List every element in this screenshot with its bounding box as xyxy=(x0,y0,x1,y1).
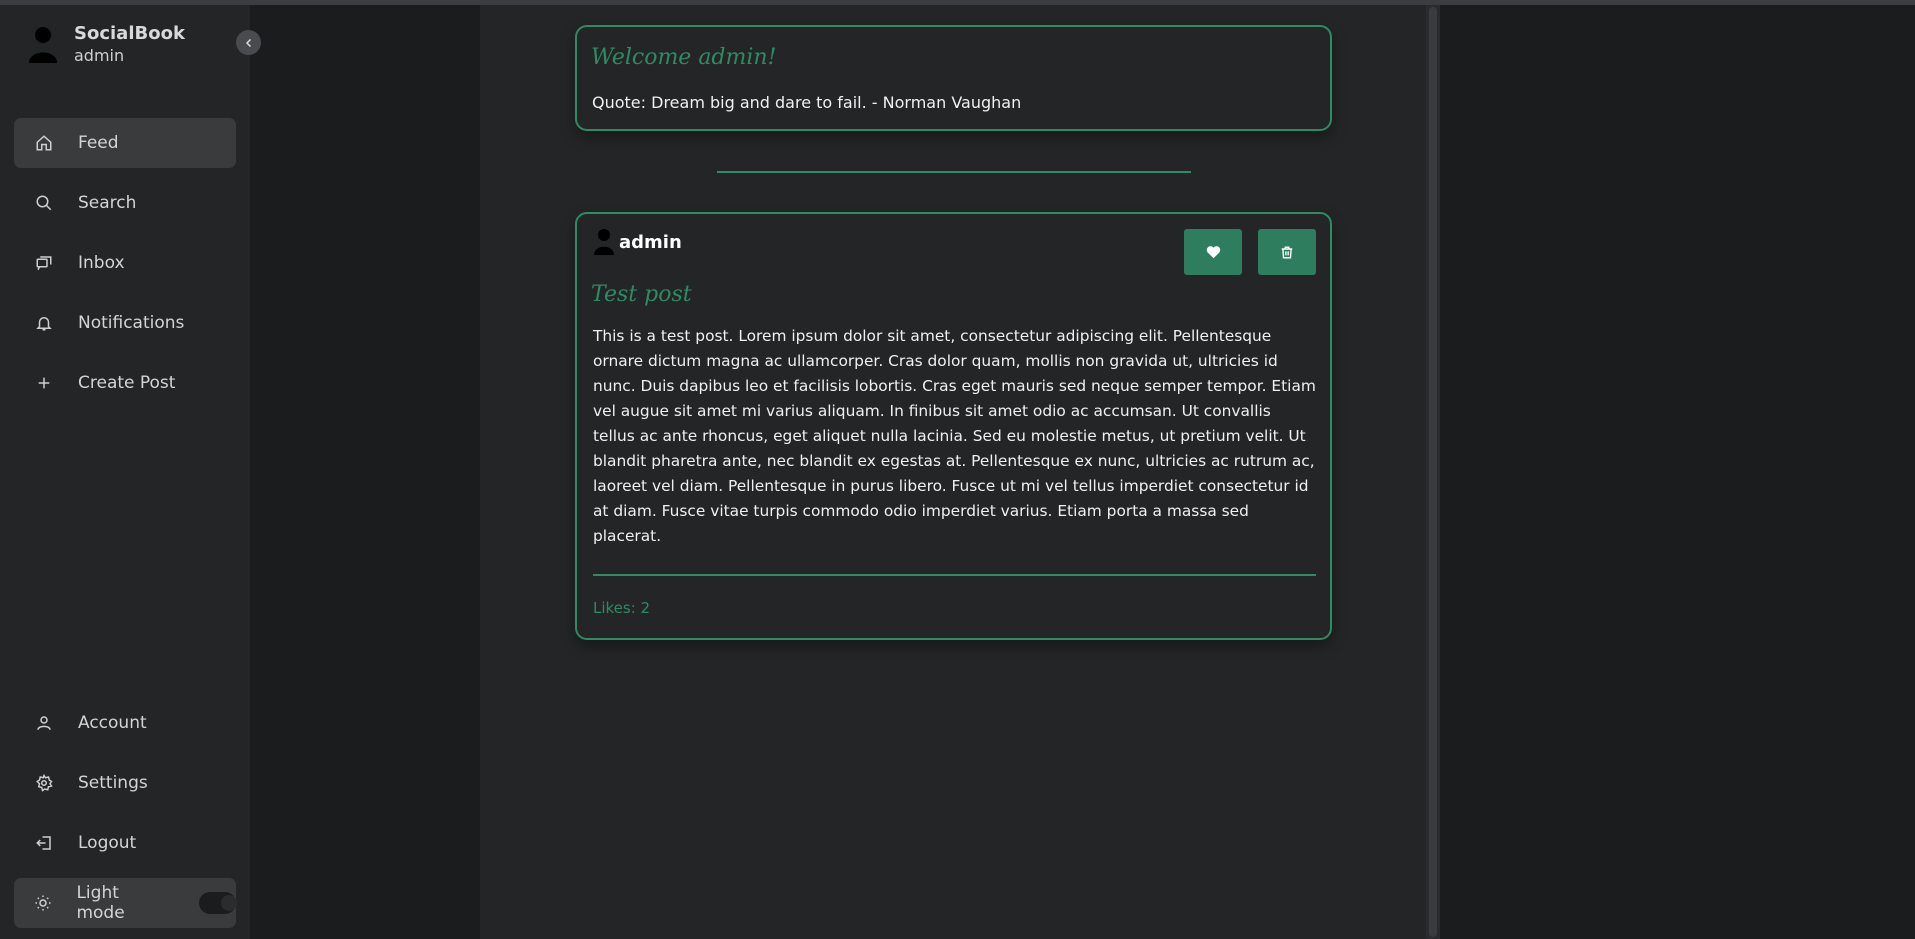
post-title: Test post xyxy=(591,282,692,307)
home-icon xyxy=(34,133,54,153)
sidebar-item-feed[interactable]: Feed xyxy=(14,118,236,168)
heart-icon xyxy=(1206,246,1220,259)
sidebar-item-notifications[interactable]: Notifications xyxy=(14,298,236,348)
sidebar-item-label: Account xyxy=(78,713,147,733)
avatar-icon xyxy=(29,27,57,63)
sidebar-item-account[interactable]: Account xyxy=(14,698,236,748)
sidebar: SocialBook admin Feed Search Inbox Notif… xyxy=(0,5,250,939)
post-body: This is a test post. Lorem ipsum dolor s… xyxy=(593,327,1316,545)
trash-icon xyxy=(1281,246,1293,258)
sidebar-item-label: Logout xyxy=(78,833,137,853)
toggle-knob xyxy=(221,895,238,911)
author-avatar-icon xyxy=(594,229,614,255)
like-button[interactable] xyxy=(1184,229,1242,275)
post-actions xyxy=(1168,229,1316,275)
light-mode-label: Light mode xyxy=(76,883,125,923)
light-mode-toggle[interactable] xyxy=(199,892,238,914)
brand: SocialBook admin xyxy=(28,23,185,67)
bell-icon xyxy=(34,313,54,333)
plus-icon xyxy=(34,373,54,393)
sidebar-item-label: Settings xyxy=(78,773,148,793)
quote-text: Quote: Dream big and dare to fail. - Nor… xyxy=(592,93,1022,112)
sidebar-item-label: Create Post xyxy=(78,373,176,393)
feed-column: Welcome admin! Quote: Dream big and dare… xyxy=(480,5,1426,939)
secondary-nav: Account Settings Logout Light mode xyxy=(14,698,238,938)
post-author-name[interactable]: admin xyxy=(619,232,682,253)
app-name: SocialBook xyxy=(74,23,185,44)
sidebar-item-label: Notifications xyxy=(78,313,185,333)
sidebar-item-settings[interactable]: Settings xyxy=(14,758,236,808)
delete-button[interactable] xyxy=(1258,229,1316,275)
user-icon xyxy=(34,713,54,733)
inbox-icon xyxy=(34,253,54,273)
sidebar-item-search[interactable]: Search xyxy=(14,178,236,228)
logout-icon xyxy=(34,833,54,853)
sun-icon xyxy=(34,893,52,913)
sidebar-item-label: Feed xyxy=(78,133,119,153)
collapse-sidebar-button[interactable] xyxy=(236,30,261,55)
sidebar-item-label: Inbox xyxy=(78,253,125,273)
welcome-card: Welcome admin! Quote: Dream big and dare… xyxy=(575,25,1332,131)
left-gutter xyxy=(250,5,480,939)
post-separator xyxy=(593,574,1316,576)
scrollbar[interactable] xyxy=(1426,5,1440,939)
post-author: admin xyxy=(593,228,682,256)
scrollbar-thumb[interactable] xyxy=(1429,7,1437,937)
likes-count: Likes: 2 xyxy=(593,599,651,617)
gear-icon xyxy=(34,773,54,793)
light-mode-row[interactable]: Light mode xyxy=(14,878,238,928)
feed-divider xyxy=(717,171,1191,173)
welcome-title: Welcome admin! xyxy=(591,45,777,70)
sidebar-item-inbox[interactable]: Inbox xyxy=(14,238,236,288)
post-card: admin Test post This is a test post. Lor… xyxy=(575,212,1332,640)
sidebar-item-label: Search xyxy=(78,193,137,213)
current-user: admin xyxy=(74,46,125,65)
main-nav: Feed Search Inbox Notifications Create P… xyxy=(14,118,236,418)
sidebar-item-logout[interactable]: Logout xyxy=(14,818,236,868)
sidebar-item-create-post[interactable]: Create Post xyxy=(14,358,236,408)
search-icon xyxy=(34,193,54,213)
chevron-left-icon xyxy=(245,38,251,47)
